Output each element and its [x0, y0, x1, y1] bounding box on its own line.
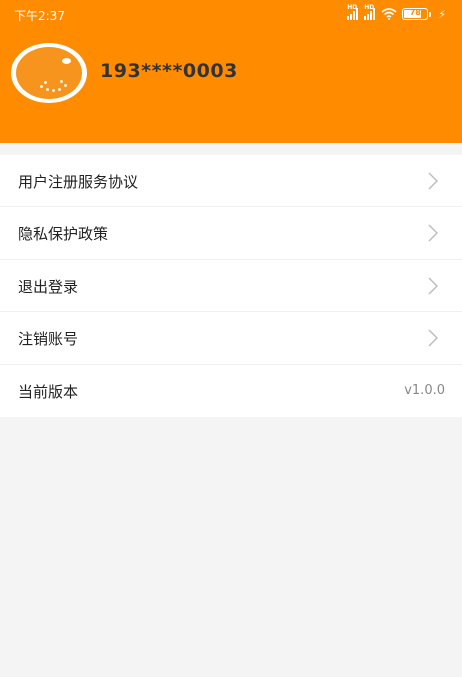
battery-icon: 78	[402, 8, 432, 20]
status-bar: 下午2:37 HD HD 78 ⚡	[0, 0, 462, 28]
orange-logo-icon	[16, 47, 82, 99]
user-phone: 193****0003	[100, 60, 238, 82]
menu-item-privacy-policy[interactable]: 隐私保护政策	[0, 207, 462, 260]
profile-header: 下午2:37 HD HD 78 ⚡ 193****0003	[0, 0, 462, 143]
menu-item-label: 隐私保护政策	[18, 225, 109, 244]
menu-item-label: 当前版本	[18, 382, 79, 401]
signal-icon: HD	[347, 4, 359, 20]
status-icons: HD HD 78 ⚡	[347, 4, 446, 21]
menu-item-logout[interactable]: 退出登录	[0, 260, 462, 313]
signal-hd-badge: HD	[347, 4, 358, 11]
menu-item-delete-account[interactable]: 注销账号	[0, 312, 462, 365]
menu-item-label: 注销账号	[18, 330, 79, 349]
chevron-right-icon	[428, 329, 438, 347]
charging-icon: ⚡	[438, 7, 446, 21]
menu-item-user-agreement[interactable]: 用户注册服务协议	[0, 155, 462, 208]
avatar[interactable]	[11, 43, 87, 103]
menu-item-label: 用户注册服务协议	[18, 173, 139, 191]
menu-item-label: 退出登录	[18, 277, 79, 296]
chevron-right-icon	[428, 172, 438, 190]
chevron-right-icon	[428, 224, 438, 242]
battery-level: 78	[409, 8, 421, 17]
version-value: v1.0.0	[404, 382, 445, 398]
status-time: 下午2:37	[14, 9, 65, 23]
signal-hd-badge-2: HD	[364, 4, 375, 11]
signal-icon-2: HD	[364, 4, 376, 20]
settings-menu: 用户注册服务协议 隐私保护政策 退出登录 注销账号 当前版本 v1.0.0	[0, 155, 462, 417]
wifi-icon	[381, 8, 397, 20]
menu-item-current-version: 当前版本 v1.0.0	[0, 365, 462, 417]
chevron-right-icon	[428, 277, 438, 295]
